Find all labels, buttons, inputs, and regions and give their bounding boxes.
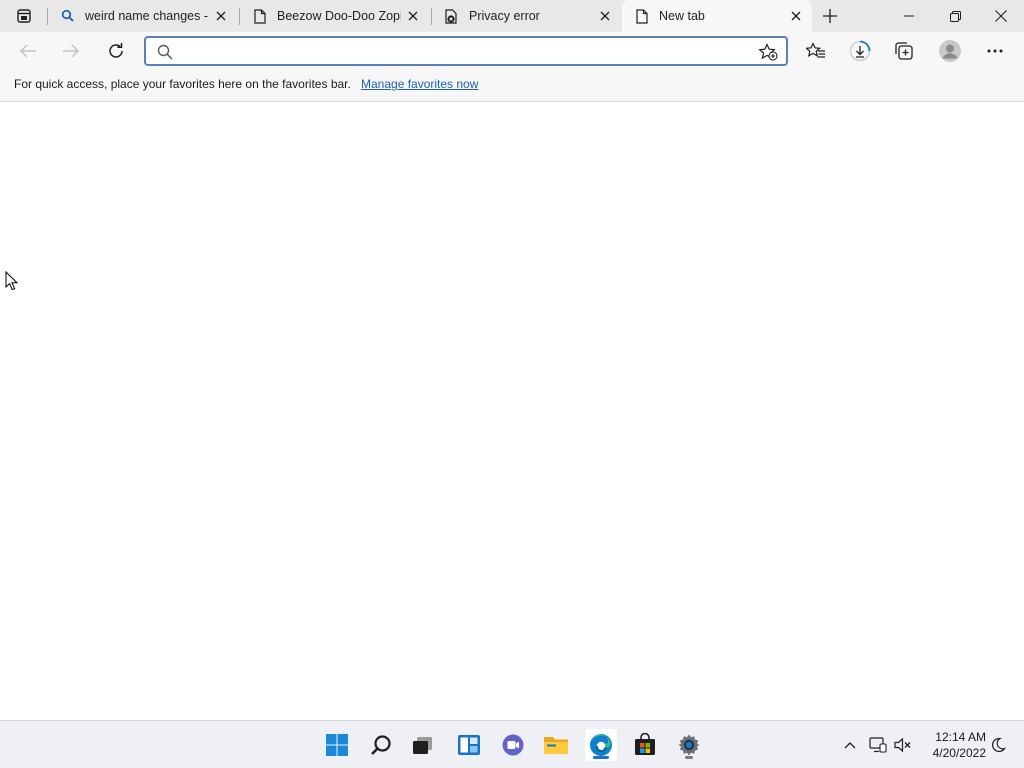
- network-button[interactable]: [867, 733, 889, 757]
- downloads-icon: [849, 40, 871, 62]
- search-button[interactable]: [365, 729, 397, 761]
- close-icon: [791, 11, 801, 21]
- tab-privacy-error[interactable]: Privacy error: [432, 0, 620, 32]
- favorites-bar-message: For quick access, place your favorites h…: [14, 77, 351, 91]
- close-icon: [408, 11, 418, 21]
- store-icon: [635, 733, 655, 755]
- close-window-button[interactable]: [978, 0, 1024, 32]
- tab-actions-icon: [17, 9, 31, 23]
- task-view-icon: [413, 737, 432, 754]
- toolbar: [0, 32, 1024, 70]
- close-tab-button[interactable]: [788, 8, 804, 24]
- manage-favorites-link[interactable]: Manage favorites now: [361, 77, 478, 91]
- tab-weird-name-changes[interactable]: weird name changes - S: [48, 0, 238, 32]
- new-tab-button[interactable]: [818, 4, 842, 28]
- address-input[interactable]: [182, 42, 742, 62]
- start-button[interactable]: [321, 729, 353, 761]
- favorites-icon: [806, 42, 825, 58]
- running-app-indicator: [685, 756, 693, 759]
- file-explorer-icon: [544, 737, 568, 754]
- close-icon: [216, 11, 226, 21]
- close-icon: [995, 10, 1007, 22]
- back-icon: [19, 44, 36, 58]
- favorites-button[interactable]: [801, 36, 831, 66]
- refresh-icon: [109, 43, 123, 58]
- show-hidden-icons-button[interactable]: [839, 733, 861, 757]
- settings-icon: [678, 734, 700, 756]
- tab-new-tab[interactable]: New tab: [622, 0, 812, 32]
- search-icon: [157, 44, 173, 60]
- close-tab-button[interactable]: [597, 8, 613, 24]
- close-icon: [600, 11, 610, 21]
- widgets-button[interactable]: [453, 729, 485, 761]
- chevron-up-icon: [844, 742, 856, 749]
- forward-icon: [63, 44, 80, 58]
- downloads-button[interactable]: [845, 36, 875, 66]
- volume-button[interactable]: [892, 733, 914, 757]
- page-content[interactable]: [0, 103, 1024, 720]
- clock-date: 4/20/2022: [932, 746, 986, 760]
- collections-icon: [895, 42, 913, 60]
- page-icon: [634, 8, 650, 24]
- tab-beezow[interactable]: Beezow Doo-Doo Zopit: [240, 0, 430, 32]
- close-tab-button[interactable]: [213, 8, 229, 24]
- restore-button[interactable]: [932, 0, 978, 32]
- mouse-cursor-icon: [5, 271, 19, 291]
- forward-button[interactable]: [56, 36, 86, 66]
- chat-icon: [502, 734, 524, 756]
- minimize-icon: [904, 15, 914, 17]
- favorites-bar: For quick access, place your favorites h…: [0, 70, 1024, 102]
- add-favorite-icon[interactable]: [758, 43, 778, 61]
- volume-muted-icon: [894, 737, 911, 753]
- widgets-icon: [458, 735, 480, 755]
- active-app-indicator: [593, 756, 609, 759]
- tab-title: Privacy error: [469, 9, 540, 23]
- settings-button[interactable]: [673, 729, 705, 761]
- address-bar[interactable]: [144, 36, 788, 66]
- page-icon: [252, 8, 268, 24]
- focus-moon-icon: [992, 737, 1006, 753]
- profile-button[interactable]: [935, 36, 965, 66]
- minimize-button[interactable]: [886, 0, 932, 32]
- search-icon: [371, 735, 391, 755]
- more-button[interactable]: [980, 36, 1010, 66]
- tab-title: weird name changes - S: [85, 9, 209, 23]
- notifications-button[interactable]: [987, 733, 1009, 757]
- tab-title: New tab: [659, 9, 705, 23]
- clock-time: 12:14 AM: [935, 730, 986, 744]
- profile-icon: [939, 40, 961, 62]
- more-icon: [987, 49, 1003, 53]
- warning-page-icon: [444, 8, 460, 24]
- start-icon: [326, 734, 348, 756]
- chat-button[interactable]: [497, 729, 529, 761]
- edge-button[interactable]: [585, 729, 617, 761]
- search-icon: [60, 8, 76, 24]
- plus-icon: [823, 9, 837, 23]
- refresh-button[interactable]: [101, 36, 131, 66]
- network-icon: [869, 737, 887, 753]
- back-button[interactable]: [13, 36, 43, 66]
- tab-strip: weird name changes - S Beezow Doo-Doo Zo…: [0, 0, 1024, 32]
- task-view-button[interactable]: [407, 729, 439, 761]
- taskbar-clock[interactable]: 12:14 AM 4/20/2022: [920, 729, 986, 761]
- close-tab-button[interactable]: [405, 8, 421, 24]
- edge-icon: [590, 734, 612, 756]
- file-explorer-button[interactable]: [540, 729, 572, 761]
- collections-button[interactable]: [889, 36, 919, 66]
- taskbar: 12:14 AM 4/20/2022: [0, 720, 1024, 768]
- store-button[interactable]: [629, 729, 661, 761]
- restore-icon: [949, 10, 961, 22]
- tab-title: Beezow Doo-Doo Zopit: [277, 9, 401, 23]
- tab-actions-button[interactable]: [8, 4, 40, 28]
